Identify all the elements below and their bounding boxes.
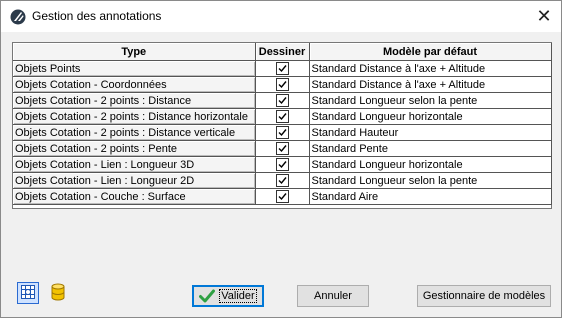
draw-checkbox[interactable] <box>275 174 289 187</box>
row-model[interactable]: Standard Hauteur <box>309 124 552 141</box>
cancel-label: Annuler <box>314 290 352 302</box>
grid-icon <box>20 284 36 303</box>
draw-checkbox[interactable] <box>275 62 289 75</box>
validate-button[interactable]: Valider <box>192 285 264 307</box>
table-row[interactable]: Objets Points Standard Distance à l'axe +… <box>13 60 552 77</box>
row-type[interactable]: Objets Cotation - 2 points : Distance ve… <box>13 124 256 141</box>
cancel-button[interactable]: Annuler <box>297 285 369 307</box>
row-model[interactable]: Standard Distance à l'axe + Altitude <box>309 76 552 93</box>
row-draw-cell[interactable] <box>255 92 310 109</box>
row-type[interactable]: Objets Cotation - 2 points : Distance ho… <box>13 108 256 125</box>
table-row[interactable]: Objets Cotation - 2 points : Pente Standa… <box>13 140 552 157</box>
close-button[interactable]: ✕ <box>529 3 559 29</box>
draw-checkbox[interactable] <box>275 158 289 171</box>
row-model[interactable]: Standard Longueur horizontale <box>309 156 552 173</box>
row-draw-cell[interactable] <box>255 172 310 189</box>
window-title: Gestion des annotations <box>32 9 162 23</box>
app-logo-icon <box>10 9 26 25</box>
row-model[interactable]: Standard Pente <box>309 140 552 157</box>
row-type[interactable]: Objets Cotation - Couche : Surface <box>13 188 256 205</box>
title-bar: Gestion des annotations ✕ <box>1 1 561 32</box>
model-manager-label: Gestionnaire de modèles <box>422 290 546 302</box>
table-row[interactable]: Objets Cotation - Lien : Longueur 3D Stan… <box>13 156 552 173</box>
row-type[interactable]: Objets Cotation - 2 points : Pente <box>13 140 256 157</box>
draw-checkbox[interactable] <box>275 78 289 91</box>
model-manager-button[interactable]: Gestionnaire de modèles <box>417 285 551 307</box>
checkmark-icon <box>199 289 216 303</box>
dialog-window: Gestion des annotations ✕ Type Dessiner … <box>0 0 562 318</box>
row-draw-cell[interactable] <box>255 156 310 173</box>
row-type[interactable]: Objets Cotation - 2 points : Distance <box>13 92 256 109</box>
table-header-row: Type Dessiner Modèle par défaut <box>13 43 552 61</box>
draw-checkbox[interactable] <box>275 190 289 203</box>
draw-checkbox[interactable] <box>275 142 289 155</box>
database-button[interactable] <box>47 282 69 304</box>
table-row[interactable]: Objets Cotation - 2 points : Distance Sta… <box>13 92 552 109</box>
table-row[interactable]: Objets Cotation - 2 points : Distance ve… <box>13 124 552 141</box>
row-model[interactable]: Standard Longueur selon la pente <box>309 172 552 189</box>
row-model[interactable]: Standard Longueur horizontale <box>309 108 552 125</box>
annotations-table: Type Dessiner Modèle par défaut Objets P… <box>12 42 552 209</box>
row-type[interactable]: Objets Points <box>13 60 256 77</box>
row-model[interactable]: Standard Longueur selon la pente <box>309 92 552 109</box>
row-type[interactable]: Objets Cotation - Coordonnées <box>13 76 256 93</box>
validate-label: Valider <box>219 289 257 303</box>
table-row[interactable]: Objets Cotation - Couche : Surface Standa… <box>13 188 552 205</box>
draw-checkbox[interactable] <box>275 94 289 107</box>
row-draw-cell[interactable] <box>255 124 310 141</box>
row-type[interactable]: Objets Cotation - Lien : Longueur 3D <box>13 156 256 173</box>
column-header-type[interactable]: Type <box>13 43 256 61</box>
column-header-model[interactable]: Modèle par défaut <box>309 43 552 61</box>
row-draw-cell[interactable] <box>255 60 310 77</box>
table-row[interactable]: Objets Cotation - Coordonnées Standard Di… <box>13 76 552 93</box>
table-row[interactable]: Objets Cotation - Lien : Longueur 2D Stan… <box>13 172 552 189</box>
draw-checkbox[interactable] <box>275 110 289 123</box>
column-header-draw[interactable]: Dessiner <box>255 43 310 61</box>
row-model[interactable]: Standard Aire <box>309 188 552 205</box>
row-draw-cell[interactable] <box>255 76 310 93</box>
row-draw-cell[interactable] <box>255 108 310 125</box>
row-draw-cell[interactable] <box>255 188 310 205</box>
row-draw-cell[interactable] <box>255 140 310 157</box>
draw-checkbox[interactable] <box>275 126 289 139</box>
table-row[interactable]: Objets Cotation - 2 points : Distance ho… <box>13 108 552 125</box>
row-type[interactable]: Objets Cotation - Lien : Longueur 2D <box>13 172 256 189</box>
close-icon: ✕ <box>536 5 552 27</box>
row-model[interactable]: Standard Distance à l'axe + Altitude <box>309 60 552 77</box>
grid-view-button[interactable] <box>17 282 39 304</box>
database-icon <box>50 283 66 304</box>
